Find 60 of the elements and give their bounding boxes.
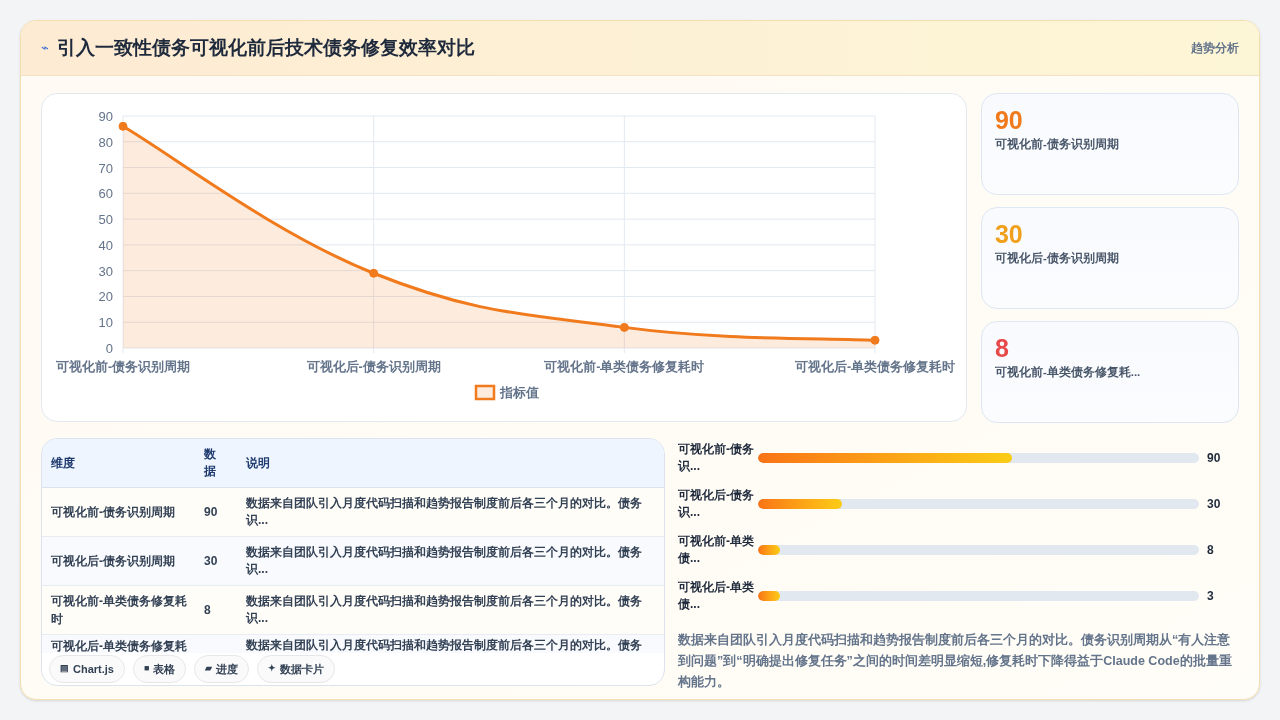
table-cell-text: 90 [204, 504, 219, 521]
column-header: 维度 [50, 455, 76, 472]
chip-label: 数据卡片 [280, 661, 325, 677]
progress-label: 可视化后-单类债... [678, 579, 755, 613]
axis-tick-label: 90 [98, 109, 113, 124]
stat-label: 可视化前-债务识别周期 [994, 137, 1120, 152]
axis-category-label: 可视化后-单类债务修复耗时 [794, 360, 956, 374]
table-cell-text: 数据来自团队引入月度代码扫描和趋势报告制度前后各三个月的对比。债务识... [244, 593, 643, 627]
summary-text: 数据来自团队引入月度代码扫描和趋势报告制度前后各三个月的对比。债务识别周期从“有人注意到问题”到“明确提出修复任务”之间的时间差明显缩短,修复耗时下降得益于Claude Code的批量重构能力。 [678, 631, 1233, 691]
axis-tick-label: 70 [98, 160, 113, 176]
table-cell-text: 可视化后-债务识别周期 [50, 553, 176, 570]
table-cell-text: 可视化前-单类债务修复耗时 [50, 593, 188, 628]
chip-icon: ✦ [268, 662, 277, 676]
axis-tick-label: 20 [98, 289, 113, 305]
legend-label: 指标值 [500, 386, 539, 400]
chip-icon: ■ [143, 662, 150, 676]
axis-category-label: 可视化前-单类债务修复耗时 [544, 360, 705, 374]
stat-value: 90 [994, 105, 1024, 136]
progress-value: 3 [1207, 588, 1214, 605]
data-point [369, 268, 379, 278]
table-cell-text: 数据来自团队引入月度代码扫描和趋势报告制度前后各三个月的对比。债务识... [244, 495, 643, 529]
table-cell-text: 可视化前-债务识别周期 [50, 504, 176, 521]
chip-label: 表格 [153, 661, 176, 677]
progress-label: 可视化后-债务识... [678, 487, 755, 521]
page-title: 引入一致性债务可视化前后技术债务修复效率对比 [57, 35, 475, 60]
axis-tick-label: 0 [105, 341, 113, 356]
progress-value: 90 [1207, 450, 1221, 467]
progress-label: 可视化前-债务识... [678, 441, 755, 475]
data-point [118, 121, 128, 131]
table-cell-text: 30 [204, 553, 219, 570]
table-cell-text: 8 [204, 602, 212, 619]
stat-label: 可视化后-债务识别周期 [994, 251, 1120, 266]
axis-tick-label: 80 [98, 134, 113, 150]
data-point [619, 322, 629, 332]
axis-tick-label: 40 [98, 237, 113, 253]
axis-tick-label: 30 [98, 263, 113, 279]
chip-icon: ▰ [205, 662, 213, 676]
stat-value: 30 [994, 219, 1024, 250]
table-cell-text: 数据来自团队引入月度代码扫描和趋势报告制度前后各三个月的对比。债务 [245, 637, 643, 653]
pulse-icon: ⌁ [41, 38, 49, 58]
axis-tick-label: 10 [98, 315, 113, 331]
column-header: 数据 [204, 446, 217, 480]
header-tag: 趋势分析 [1191, 39, 1239, 57]
progress-value: 8 [1207, 542, 1214, 559]
data-point [870, 335, 880, 345]
table-cell-text: 可视化后-单类债务修复耗 [50, 638, 188, 653]
axis-category-label: 可视化前-债务识别周期 [55, 360, 191, 374]
axis-tick-label: 60 [98, 186, 113, 202]
axis-category-label: 可视化后-债务识别周期 [306, 360, 441, 374]
progress-label: 可视化前-单类债... [678, 533, 755, 567]
column-header: 说明 [245, 455, 271, 472]
table-cell-text: 数据来自团队引入月度代码扫描和趋势报告制度前后各三个月的对比。债务识... [244, 544, 643, 578]
stat-label: 可视化前-单类债务修复耗... [994, 365, 1142, 380]
axis-tick-label: 50 [98, 212, 113, 228]
progress-value: 30 [1207, 496, 1221, 513]
legend-swatch [474, 384, 496, 401]
chip-icon: ▤ [60, 662, 69, 676]
chip-label: Chart.js [73, 661, 114, 677]
stat-value: 8 [994, 333, 1010, 364]
chip-label: 进度 [216, 661, 239, 677]
